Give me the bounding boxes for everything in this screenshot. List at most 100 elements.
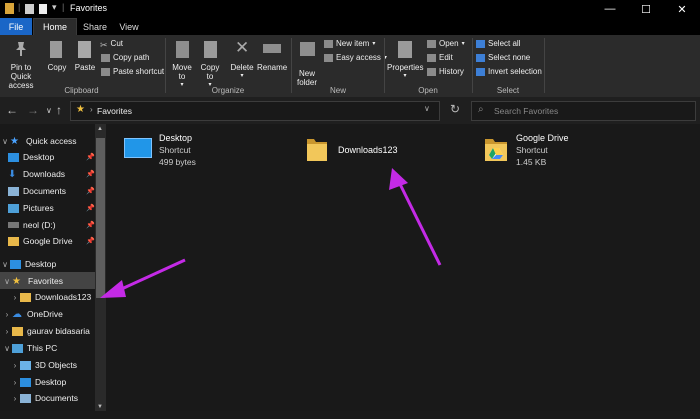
nav-downloads[interactable]: ⬇ Downloads 📌 xyxy=(0,166,95,182)
chevron-right-icon[interactable]: › xyxy=(10,293,20,302)
computer-icon xyxy=(12,343,23,353)
recent-locations-chevron-icon[interactable]: ∨ xyxy=(46,106,52,115)
nav-3d-objects[interactable]: › 3D Objects xyxy=(0,357,95,373)
copy-button[interactable]: Copy xyxy=(44,39,70,85)
properties-button[interactable]: Properties ▾ xyxy=(387,39,423,85)
new-folder-icon xyxy=(300,42,315,56)
rename-label: Rename xyxy=(257,63,288,72)
copy-path-label: Copy path xyxy=(113,53,150,62)
scroll-down-icon[interactable]: ▼ xyxy=(97,404,103,410)
copy-path-button[interactable]: Copy path xyxy=(101,53,149,62)
separator: | xyxy=(18,2,21,12)
tab-share[interactable]: Share xyxy=(80,18,110,35)
copy-to-button[interactable]: Copy to ▾ xyxy=(197,39,223,88)
nav-this-pc[interactable]: ∨ This PC xyxy=(0,340,95,356)
move-to-button[interactable]: Move to ▾ xyxy=(169,39,195,88)
nav-label: Downloads123 xyxy=(35,292,92,302)
nav-drive-d[interactable]: neol (D:) 📌 xyxy=(0,217,95,233)
tab-home[interactable]: Home xyxy=(33,18,77,35)
chevron-down-icon[interactable]: ∨ xyxy=(0,137,10,146)
edit-icon xyxy=(427,53,436,62)
nav-documents[interactable]: Documents 📌 xyxy=(0,183,95,199)
tab-file[interactable]: File xyxy=(0,18,32,35)
cloud-icon: ☁ xyxy=(12,308,22,320)
nav-label: Downloads xyxy=(23,169,66,179)
nav-quick-access[interactable]: ∨ ★ Quick access xyxy=(0,133,95,149)
chevron-down-icon[interactable]: ∨ xyxy=(2,344,12,353)
copy-to-icon xyxy=(204,41,217,58)
tab-view[interactable]: View xyxy=(114,18,144,35)
documents-icon xyxy=(20,393,31,403)
close-button[interactable]: ✕ xyxy=(664,0,700,18)
nav-onedrive[interactable]: › ☁ OneDrive xyxy=(0,306,95,322)
new-folder-button[interactable]: New folder xyxy=(293,39,321,87)
history-button[interactable]: History xyxy=(427,67,464,76)
nav-desktop-root[interactable]: ∨ Desktop xyxy=(0,256,95,272)
cut-label: Cut xyxy=(110,39,123,48)
properties-icon[interactable] xyxy=(25,4,34,14)
nav-label: Favorites xyxy=(28,276,63,286)
file-item-desktop[interactable]: Desktop Shortcut 499 bytes xyxy=(120,131,270,171)
file-item-google-drive[interactable]: Google Drive Shortcut 1.45 KB xyxy=(481,131,631,171)
forward-arrow-icon[interactable]: → xyxy=(27,103,39,117)
nav-favorites[interactable]: ∨ ★ Favorites xyxy=(0,273,95,289)
chevron-down-icon[interactable]: ∨ xyxy=(2,277,12,286)
nav-user-folder[interactable]: › gaurav bidasaria xyxy=(0,323,95,339)
search-icon: ⌕ xyxy=(478,104,484,115)
file-item-downloads123[interactable]: Downloads123 xyxy=(303,131,453,171)
pin-icon: 📌 xyxy=(86,154,95,161)
desktop-shortcut-icon xyxy=(124,138,152,158)
customize-qat-icon[interactable]: ▾ xyxy=(52,2,57,13)
edit-button[interactable]: Edit xyxy=(427,53,453,62)
nav-label: 3D Objects xyxy=(35,360,78,370)
nav-downloads123[interactable]: › Downloads123 xyxy=(0,289,95,305)
paste-icon xyxy=(78,41,91,58)
open-icon xyxy=(427,39,436,48)
desktop-icon xyxy=(20,377,31,387)
star-icon: ★ xyxy=(12,275,21,287)
chevron-right-icon[interactable]: › xyxy=(10,378,20,387)
breadcrumb-current[interactable]: Favorites xyxy=(97,106,132,116)
cut-button[interactable]: ✂ Cut xyxy=(100,39,123,50)
new-folder-quick-icon[interactable] xyxy=(39,4,47,14)
delete-button[interactable]: ✕ Delete ▾ xyxy=(229,39,255,85)
up-arrow-icon[interactable]: ↑ xyxy=(56,103,62,117)
scroll-up-icon[interactable]: ▲ xyxy=(97,126,103,132)
documents-icon xyxy=(8,186,19,196)
nav-pictures[interactable]: Pictures 📌 xyxy=(0,200,95,216)
nav-desktop[interactable]: Desktop 📌 xyxy=(0,149,95,165)
refresh-icon[interactable]: ↻ xyxy=(450,102,460,116)
select-none-button[interactable]: Select none xyxy=(476,53,530,62)
paste-button[interactable]: Paste xyxy=(72,39,98,85)
nav-pc-documents[interactable]: › Documents xyxy=(0,390,95,406)
new-item-icon xyxy=(324,39,333,48)
easy-access-button[interactable]: Easy access ▾ xyxy=(324,53,387,62)
minimize-button[interactable]: — xyxy=(592,0,628,18)
nav-google-drive[interactable]: Google Drive 📌 xyxy=(0,233,95,249)
open-button[interactable]: Open ▾ xyxy=(427,39,465,48)
nav-pc-desktop[interactable]: › Desktop xyxy=(0,374,95,390)
google-drive-folder-icon xyxy=(8,236,19,246)
breadcrumb-chevron-icon[interactable]: › xyxy=(90,105,93,114)
new-item-button[interactable]: New item ▾ xyxy=(324,39,375,48)
select-all-icon xyxy=(476,39,485,48)
rename-button[interactable]: Rename xyxy=(257,39,287,85)
back-arrow-icon[interactable]: ← xyxy=(6,103,18,117)
pin-to-quick-access-button[interactable]: Pin to Quick access xyxy=(0,39,42,90)
invert-selection-button[interactable]: Invert selection xyxy=(476,67,542,76)
chevron-right-icon[interactable]: › xyxy=(2,327,12,336)
rename-icon xyxy=(263,44,281,53)
select-none-icon xyxy=(476,53,485,62)
file-size: 1.45 KB xyxy=(516,157,547,167)
chevron-down-icon[interactable]: ∨ xyxy=(0,260,10,269)
nav-scrollbar-thumb[interactable] xyxy=(96,138,105,298)
chevron-right-icon[interactable]: › xyxy=(10,394,20,403)
maximize-button[interactable]: ☐ xyxy=(628,0,664,18)
paste-shortcut-icon xyxy=(101,67,110,76)
chevron-right-icon[interactable]: › xyxy=(10,361,20,370)
paste-shortcut-button[interactable]: Paste shortcut xyxy=(101,67,164,76)
select-all-button[interactable]: Select all xyxy=(476,39,520,48)
pin-icon xyxy=(16,42,26,56)
address-dropdown-icon[interactable]: ∨ xyxy=(424,104,430,113)
chevron-right-icon[interactable]: › xyxy=(2,310,12,319)
